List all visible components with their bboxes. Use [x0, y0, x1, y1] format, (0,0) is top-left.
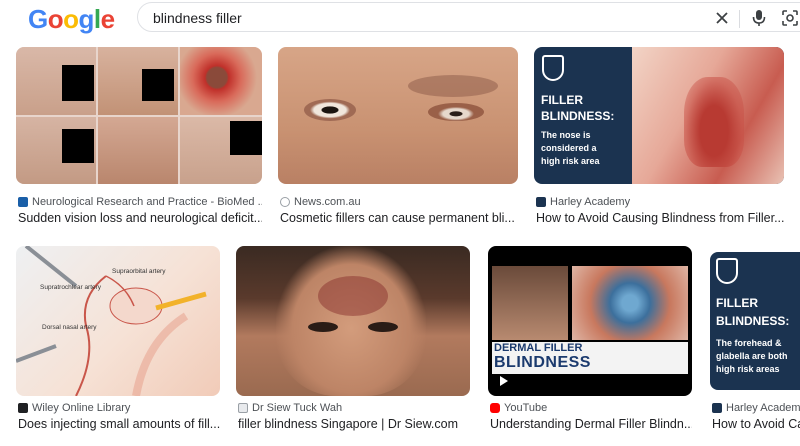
- overlay-heading: BLINDNESS:: [716, 314, 790, 328]
- source-name: News.com.au: [294, 196, 361, 208]
- eye-photo: [428, 103, 484, 121]
- result-source[interactable]: Neurological Research and Practice - Bio…: [18, 196, 262, 208]
- search-input[interactable]: blindness filler: [153, 10, 242, 26]
- result-thumbnail[interactable]: FILLER BLINDNESS: The forehead & glabell…: [710, 252, 800, 390]
- overlay-heading: FILLER: [716, 296, 758, 310]
- result-title[interactable]: Understanding Dermal Filler Blindn...: [490, 417, 692, 431]
- youtube-icon: [490, 403, 500, 413]
- diagram-label: Dorsal nasal artery: [42, 324, 97, 331]
- news-icon: [280, 197, 290, 207]
- eye-photo: [308, 322, 338, 332]
- overlay-text: The forehead &: [716, 338, 782, 348]
- image-result[interactable]: FILLER BLINDNESS: The forehead & glabell…: [710, 252, 800, 436]
- image-result[interactable]: DERMAL FILLER BLINDNESS YouTube Understa…: [488, 246, 694, 436]
- camera-lens-icon[interactable]: [780, 8, 800, 28]
- overlay-text: high risk areas: [716, 364, 780, 374]
- search-divider: [739, 10, 740, 28]
- result-thumbnail[interactable]: [278, 47, 518, 184]
- overlay-text: glabella are both: [716, 351, 788, 361]
- wiley-icon: [18, 403, 28, 413]
- privacy-bar: [230, 121, 262, 155]
- video-title-text: DERMAL FILLER: [494, 342, 583, 354]
- face-photo: [276, 246, 426, 396]
- video-title-text: BLINDNESS: [494, 354, 591, 371]
- harley-shield-logo: [542, 55, 564, 81]
- result-title[interactable]: filler blindness Singapore | Dr Siew.com: [238, 417, 470, 431]
- image-result[interactable]: News.com.au Cosmetic fillers can cause p…: [278, 47, 520, 232]
- result-source[interactable]: Harley Academy: [712, 402, 800, 414]
- overlay-text: high risk area: [541, 156, 600, 166]
- bruise-area: [318, 276, 388, 316]
- source-name: Harley Academy: [726, 402, 800, 414]
- diagram-label: Supratrochlear artery: [40, 284, 102, 291]
- result-thumbnail[interactable]: [236, 246, 470, 396]
- source-name: Harley Academy: [550, 196, 631, 208]
- search-header: Google blindness filler: [0, 0, 800, 40]
- source-name: Neurological Research and Practice - Bio…: [32, 196, 262, 208]
- harley-shield-logo: [716, 258, 738, 284]
- harley-icon: [536, 197, 546, 207]
- eye-photo: [304, 99, 356, 121]
- result-thumbnail[interactable]: Supraorbital artery Supratrochlear arter…: [16, 246, 220, 396]
- patient-photo: [180, 47, 262, 115]
- result-title[interactable]: How to Avoid Causing Blindness from Fill…: [536, 211, 784, 225]
- artery-illustration: [684, 77, 744, 167]
- result-source[interactable]: News.com.au: [280, 196, 518, 208]
- source-name: Dr Siew Tuck Wah: [252, 402, 343, 414]
- overlay-text: considered a: [541, 143, 597, 153]
- bruise-area: [408, 75, 498, 97]
- result-source[interactable]: Dr Siew Tuck Wah: [238, 402, 470, 414]
- microphone-icon[interactable]: [749, 8, 769, 28]
- biomed-icon: [18, 197, 28, 207]
- result-title[interactable]: Sudden vision loss and neurological defi…: [18, 211, 262, 225]
- overlay-heading: BLINDNESS:: [541, 109, 615, 123]
- patient-photo: [98, 117, 178, 184]
- result-source[interactable]: Wiley Online Library: [18, 402, 220, 414]
- result-source[interactable]: YouTube: [490, 402, 692, 414]
- search-box[interactable]: blindness filler: [137, 2, 800, 32]
- eye-photo: [368, 322, 398, 332]
- image-result[interactable]: Neurological Research and Practice - Bio…: [16, 47, 264, 232]
- result-title[interactable]: Cosmetic fillers can cause permanent bli…: [280, 211, 518, 225]
- result-title[interactable]: Does injecting small amounts of fill...: [18, 417, 220, 431]
- result-thumbnail[interactable]: FILLER BLINDNESS: The nose is considered…: [534, 47, 784, 184]
- overlay-text: The nose is: [541, 130, 591, 140]
- source-name: YouTube: [504, 402, 548, 414]
- doctor-icon: [238, 403, 248, 413]
- result-title[interactable]: How to Avoid Ca: [712, 417, 800, 431]
- play-icon[interactable]: [500, 376, 508, 386]
- result-source[interactable]: Harley Academy: [536, 196, 784, 208]
- image-result[interactable]: Dr Siew Tuck Wah filler blindness Singap…: [236, 246, 472, 436]
- image-result[interactable]: FILLER BLINDNESS: The nose is considered…: [534, 47, 786, 232]
- close-icon[interactable]: [712, 8, 732, 28]
- patient-photo: [492, 266, 568, 340]
- result-thumbnail[interactable]: [16, 47, 262, 184]
- diagram-label: Supraorbital artery: [112, 268, 166, 275]
- source-name: Wiley Online Library: [32, 402, 131, 414]
- google-logo[interactable]: Google: [28, 4, 115, 35]
- privacy-bar: [62, 129, 94, 163]
- privacy-bar: [142, 69, 174, 101]
- harley-icon: [712, 403, 722, 413]
- anatomy-illustration: [572, 266, 688, 340]
- image-result[interactable]: Supraorbital artery Supratrochlear arter…: [16, 246, 222, 436]
- privacy-bar: [62, 65, 94, 101]
- overlay-heading: FILLER: [541, 93, 583, 107]
- result-thumbnail[interactable]: DERMAL FILLER BLINDNESS: [488, 246, 692, 396]
